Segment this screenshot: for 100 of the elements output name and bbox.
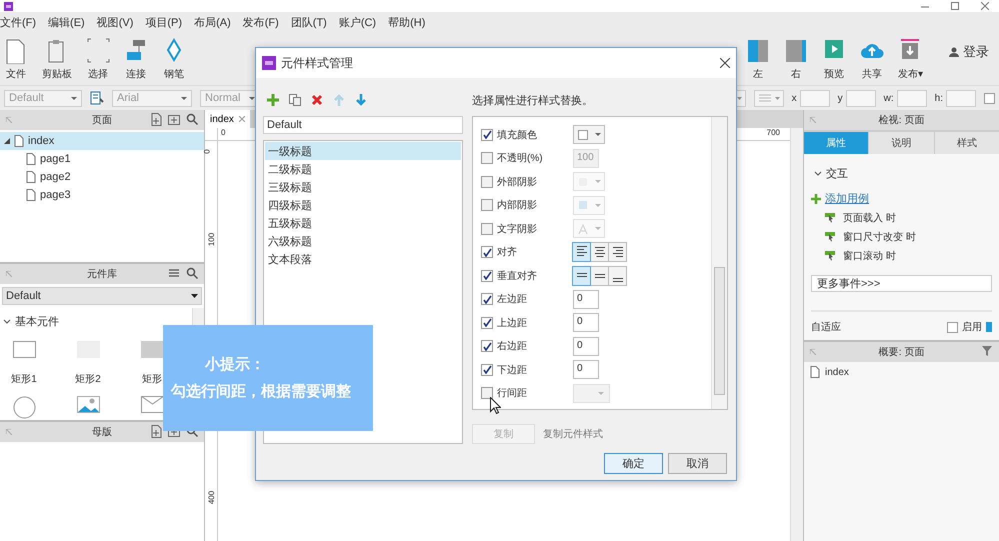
align-bottom-button[interactable] bbox=[608, 266, 627, 286]
align-left-button[interactable] bbox=[572, 242, 591, 262]
format-painter-icon[interactable] bbox=[90, 91, 104, 105]
number-field[interactable]: 0 bbox=[573, 336, 599, 356]
style-list-item[interactable]: 三级标题 bbox=[265, 178, 461, 196]
close-icon[interactable] bbox=[981, 2, 989, 10]
menu-item[interactable]: 视图(V) bbox=[96, 14, 134, 30]
checkbox[interactable] bbox=[481, 387, 493, 400]
align-top-button[interactable] bbox=[572, 266, 591, 286]
chevron-down-icon[interactable] bbox=[814, 170, 822, 176]
outline-item[interactable]: index bbox=[825, 366, 849, 378]
pin-icon[interactable] bbox=[810, 117, 816, 123]
duplicate-icon[interactable] bbox=[289, 94, 301, 106]
menu-item[interactable]: 编辑(E) bbox=[48, 14, 85, 30]
toolbar-button[interactable]: 共享 bbox=[860, 38, 884, 83]
checkbox[interactable] bbox=[481, 270, 493, 282]
toolbar-button[interactable]: 左 bbox=[746, 38, 770, 83]
tab[interactable]: 说明 bbox=[869, 132, 934, 154]
line-dropdown-icon[interactable] bbox=[754, 90, 784, 106]
checkbox[interactable] bbox=[481, 128, 493, 141]
checkbox[interactable] bbox=[481, 293, 493, 306]
checkbox[interactable] bbox=[947, 322, 958, 332]
coordinate-field[interactable] bbox=[846, 90, 876, 106]
menu-item[interactable]: 团队(T) bbox=[290, 14, 327, 30]
toolbar-button[interactable]: 选择 bbox=[86, 38, 110, 83]
scrollbar[interactable] bbox=[790, 128, 803, 541]
toolbar-button[interactable]: 连接 bbox=[124, 38, 148, 83]
tab[interactable]: 样式 bbox=[934, 132, 999, 154]
checkbox[interactable] bbox=[481, 364, 493, 376]
search-icon[interactable] bbox=[186, 267, 198, 280]
event-item[interactable]: 窗口滚动 时 bbox=[843, 248, 896, 262]
style-list-item[interactable]: 五级标题 bbox=[265, 214, 461, 232]
add-page-icon[interactable] bbox=[150, 113, 162, 126]
number-field[interactable]: 0 bbox=[573, 290, 599, 309]
event-item[interactable]: 窗口尺寸改变 时 bbox=[843, 230, 916, 244]
menu-item[interactable]: 帮助(H) bbox=[388, 14, 426, 30]
tree-item[interactable]: page1 bbox=[0, 150, 204, 168]
style-list-item[interactable]: 二级标题 bbox=[265, 160, 461, 178]
plus-icon[interactable] bbox=[811, 194, 821, 204]
add-folder-icon[interactable] bbox=[168, 113, 180, 126]
checkbox[interactable] bbox=[481, 176, 493, 188]
tree-item[interactable]: index bbox=[0, 132, 204, 150]
maximize-icon[interactable] bbox=[951, 2, 959, 10]
expanded-icon[interactable] bbox=[4, 138, 10, 144]
add-case-link[interactable]: 添加用例 bbox=[825, 191, 869, 206]
pin-icon[interactable] bbox=[6, 271, 12, 277]
close-icon[interactable] bbox=[720, 58, 730, 68]
color-picker[interactable] bbox=[573, 125, 605, 144]
checkbox[interactable] bbox=[481, 316, 493, 329]
style-list-item[interactable]: 一级标题 bbox=[265, 142, 461, 160]
align-right-button[interactable] bbox=[608, 242, 627, 262]
coordinate-field[interactable] bbox=[896, 90, 927, 106]
event-item[interactable]: 页面载入 时 bbox=[843, 210, 896, 224]
toolbar-button[interactable]: 预览 bbox=[822, 38, 846, 83]
widget-label[interactable]: 矩形1 bbox=[11, 372, 37, 386]
toolbar-button[interactable]: 文件 bbox=[4, 38, 28, 83]
checkbox[interactable] bbox=[481, 152, 493, 164]
add-page-icon[interactable] bbox=[150, 425, 162, 438]
scroll-thumb[interactable] bbox=[714, 267, 725, 395]
style-list-item[interactable]: 四级标题 bbox=[265, 196, 461, 214]
widget-label[interactable]: 矩形 bbox=[142, 372, 162, 386]
menu-item[interactable]: 项目(P) bbox=[145, 14, 182, 30]
widget-label[interactable]: 矩形2 bbox=[75, 372, 101, 386]
menu-item[interactable]: 发布(F) bbox=[242, 14, 279, 30]
cancel-button[interactable]: 取消 bbox=[668, 453, 727, 474]
coordinate-field[interactable] bbox=[800, 90, 830, 106]
menu-item[interactable]: 布局(A) bbox=[194, 14, 231, 30]
document-tab[interactable]: index bbox=[205, 110, 250, 128]
number-field[interactable]: 0 bbox=[573, 313, 599, 332]
pin-icon[interactable] bbox=[6, 117, 12, 123]
coordinate-field[interactable] bbox=[946, 90, 976, 106]
pin-icon[interactable] bbox=[6, 429, 12, 435]
circle-icon[interactable] bbox=[12, 396, 36, 419]
style-list-item[interactable]: 文本段落 bbox=[265, 250, 461, 268]
align-middle-button[interactable] bbox=[590, 266, 609, 286]
search-icon[interactable] bbox=[186, 113, 198, 126]
tree-item[interactable]: page2 bbox=[0, 168, 204, 186]
checkbox[interactable] bbox=[481, 340, 493, 352]
add-icon[interactable] bbox=[267, 94, 279, 106]
style-list-item[interactable]: 六级标题 bbox=[265, 232, 461, 250]
checkbox[interactable] bbox=[481, 246, 493, 258]
checkbox[interactable] bbox=[984, 92, 995, 104]
scrollbar[interactable] bbox=[711, 117, 727, 409]
login-button[interactable]: 登录 bbox=[943, 42, 995, 62]
style-name-field[interactable]: Default bbox=[263, 116, 463, 134]
checkbox[interactable] bbox=[481, 222, 493, 235]
toolbar-button[interactable]: 剪贴板 bbox=[42, 38, 72, 83]
pin-icon[interactable] bbox=[810, 349, 816, 355]
menu-item[interactable]: 账户(C) bbox=[338, 14, 376, 30]
ok-button[interactable]: 确定 bbox=[604, 453, 663, 474]
menu-item[interactable]: 文件(F) bbox=[0, 14, 36, 30]
number-field[interactable]: 0 bbox=[573, 360, 599, 380]
toolbar-button[interactable]: 发布▾ bbox=[898, 38, 923, 83]
checkbox[interactable] bbox=[481, 199, 493, 212]
toolbar-button[interactable]: 右 bbox=[784, 38, 808, 83]
library-dropdown[interactable]: Default bbox=[2, 287, 202, 305]
filter-icon[interactable] bbox=[981, 345, 993, 358]
events-dropdown[interactable]: 更多事件>>> bbox=[811, 275, 992, 292]
tree-item[interactable]: page3 bbox=[0, 186, 204, 204]
toolbar-button[interactable]: 钢笔 bbox=[162, 38, 186, 83]
